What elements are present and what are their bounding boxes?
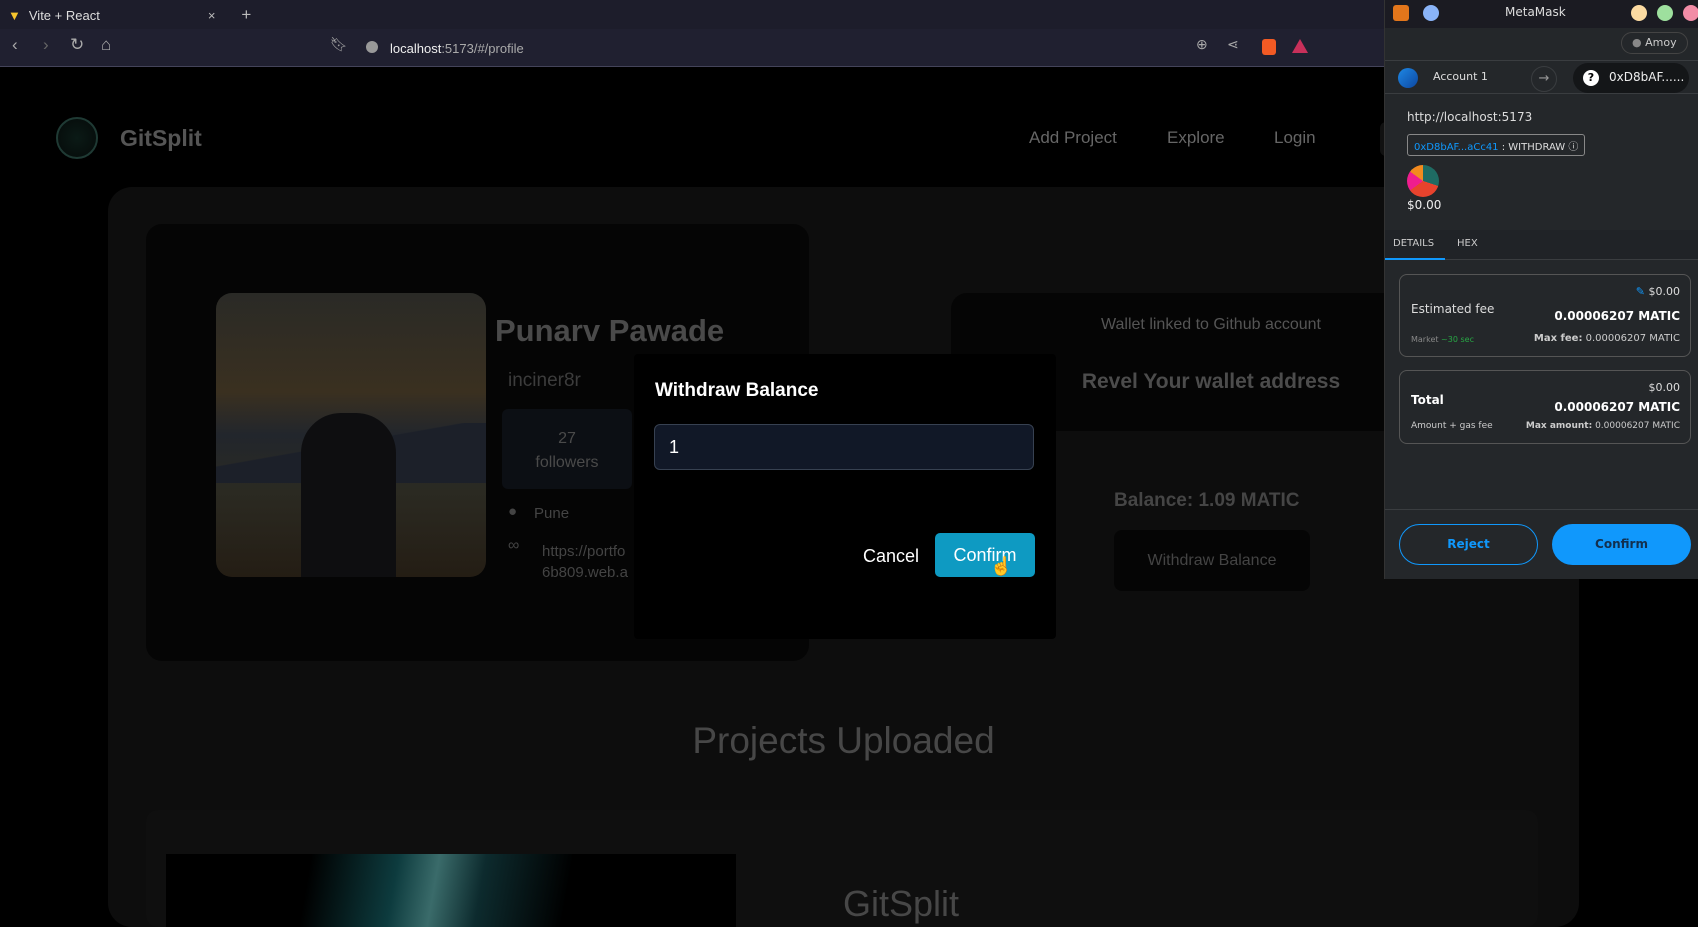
transaction-value: $0.00 xyxy=(1407,198,1442,212)
total-sub: Amount + gas fee xyxy=(1411,421,1493,431)
tab-title: Vite + React xyxy=(28,7,100,23)
unknown-account-icon: ? xyxy=(1583,70,1599,86)
nav-login[interactable]: Login xyxy=(1274,128,1316,148)
edit-fee-icon[interactable]: ✎ xyxy=(1636,285,1645,298)
nav-explore[interactable]: Explore xyxy=(1167,128,1225,148)
brave-shield-icon[interactable] xyxy=(1262,39,1276,55)
metamask-confirm-button[interactable]: Confirm xyxy=(1552,524,1691,565)
metamask-popup: MetaMask ● Amoy Account 1 → ? 0xD8bAF....… xyxy=(1384,0,1698,579)
metamask-titlebar: MetaMask xyxy=(1385,0,1698,28)
share-icon[interactable]: ⋖ xyxy=(1227,36,1239,53)
followers-stat: 27 followers xyxy=(502,409,632,489)
fee-amount: 0.00006207 MATIC xyxy=(1554,309,1680,323)
tab-details[interactable]: DETAILS xyxy=(1385,230,1445,260)
bookmark-icon[interactable]: 🔖︎ xyxy=(330,36,348,53)
minimize-button[interactable] xyxy=(1631,5,1647,21)
url-field[interactable]: localhost:5173/#/profile xyxy=(390,41,524,56)
total-usd: $0.00 xyxy=(1648,381,1681,394)
reload-icon[interactable]: ↻ xyxy=(70,35,84,55)
account-avatar xyxy=(1398,68,1418,88)
brave-rewards-icon[interactable] xyxy=(1292,39,1308,53)
fee-label: Estimated fee xyxy=(1411,302,1495,316)
close-tab-icon[interactable]: × xyxy=(208,8,216,23)
browser-tab[interactable]: ▼ Vite + React × + xyxy=(8,4,251,26)
origin-url: http://localhost:5173 xyxy=(1407,110,1533,124)
followers-count: 27 xyxy=(558,430,576,447)
fee-usd: $0.00 xyxy=(1648,285,1681,298)
arrow-right-icon: → xyxy=(1531,66,1557,92)
withdraw-modal: Withdraw Balance 1 Cancel Confirm xyxy=(634,354,1056,639)
project-thumbnail xyxy=(166,854,736,927)
profile-username: inciner8r xyxy=(508,370,581,391)
home-icon[interactable]: ⌂ xyxy=(101,35,111,55)
project-title[interactable]: GitSplit xyxy=(843,883,959,925)
info-icon: ⓘ xyxy=(1568,142,1579,153)
close-button[interactable] xyxy=(1683,5,1698,21)
balance-text: Balance: 1.09 MATIC xyxy=(1114,490,1300,511)
estimated-fee-box: Estimated fee ✎ $0.00 0.00006207 MATIC M… xyxy=(1399,274,1691,357)
tab-hex[interactable]: HEX xyxy=(1457,238,1478,249)
profile-link[interactable]: https://portfo 6b809.web.a xyxy=(542,541,628,583)
profile-name: Punarv Pawade xyxy=(495,313,725,348)
link-icon: ∞ xyxy=(508,537,520,554)
cancel-button[interactable]: Cancel xyxy=(863,546,919,567)
nav-add-project[interactable]: Add Project xyxy=(1029,128,1117,148)
to-address[interactable]: ? 0xD8bAF...... xyxy=(1573,63,1689,93)
site-info-icon[interactable] xyxy=(366,41,378,53)
total-box: Total $0.00 0.00006207 MATIC Amount + ga… xyxy=(1399,370,1691,444)
profile-location: Pune xyxy=(534,505,570,522)
maximize-button[interactable] xyxy=(1657,5,1673,21)
total-label: Total xyxy=(1411,393,1444,407)
new-tab-icon[interactable]: + xyxy=(241,5,251,25)
metamask-title: MetaMask xyxy=(1505,5,1566,19)
amount-input[interactable]: 1 xyxy=(654,424,1034,470)
withdraw-balance-button[interactable]: Withdraw Balance xyxy=(1114,530,1310,591)
from-account[interactable]: Account 1 xyxy=(1433,70,1488,83)
back-icon[interactable]: ‹ xyxy=(12,35,18,55)
reject-button[interactable]: Reject xyxy=(1399,524,1538,565)
modal-title: Withdraw Balance xyxy=(655,380,819,401)
profile-photo xyxy=(216,293,486,577)
zoom-icon[interactable]: ⊕ xyxy=(1196,36,1208,53)
cursor-hand-icon: ☝ xyxy=(990,556,1013,576)
profile-icon xyxy=(1423,5,1439,21)
contract-method-pill[interactable]: 0xD8bAF...aCc41 : WITHDRAW ⓘ xyxy=(1407,134,1586,156)
projects-heading: Projects Uploaded xyxy=(692,720,995,761)
brand-name[interactable]: GitSplit xyxy=(120,125,202,152)
token-identicon xyxy=(1407,165,1439,197)
modal-confirm-button[interactable]: Confirm xyxy=(935,533,1035,577)
metamask-fox-icon xyxy=(1393,5,1409,21)
total-amount: 0.00006207 MATIC xyxy=(1554,400,1680,414)
gitsplit-logo xyxy=(56,117,98,159)
vite-icon: ▼ xyxy=(8,7,21,23)
forward-icon[interactable]: › xyxy=(43,35,49,55)
followers-label: followers xyxy=(535,454,599,471)
network-pill[interactable]: ● Amoy xyxy=(1621,32,1688,54)
network-icon: ● xyxy=(1632,36,1642,49)
location-pin-icon: ● xyxy=(508,503,518,520)
